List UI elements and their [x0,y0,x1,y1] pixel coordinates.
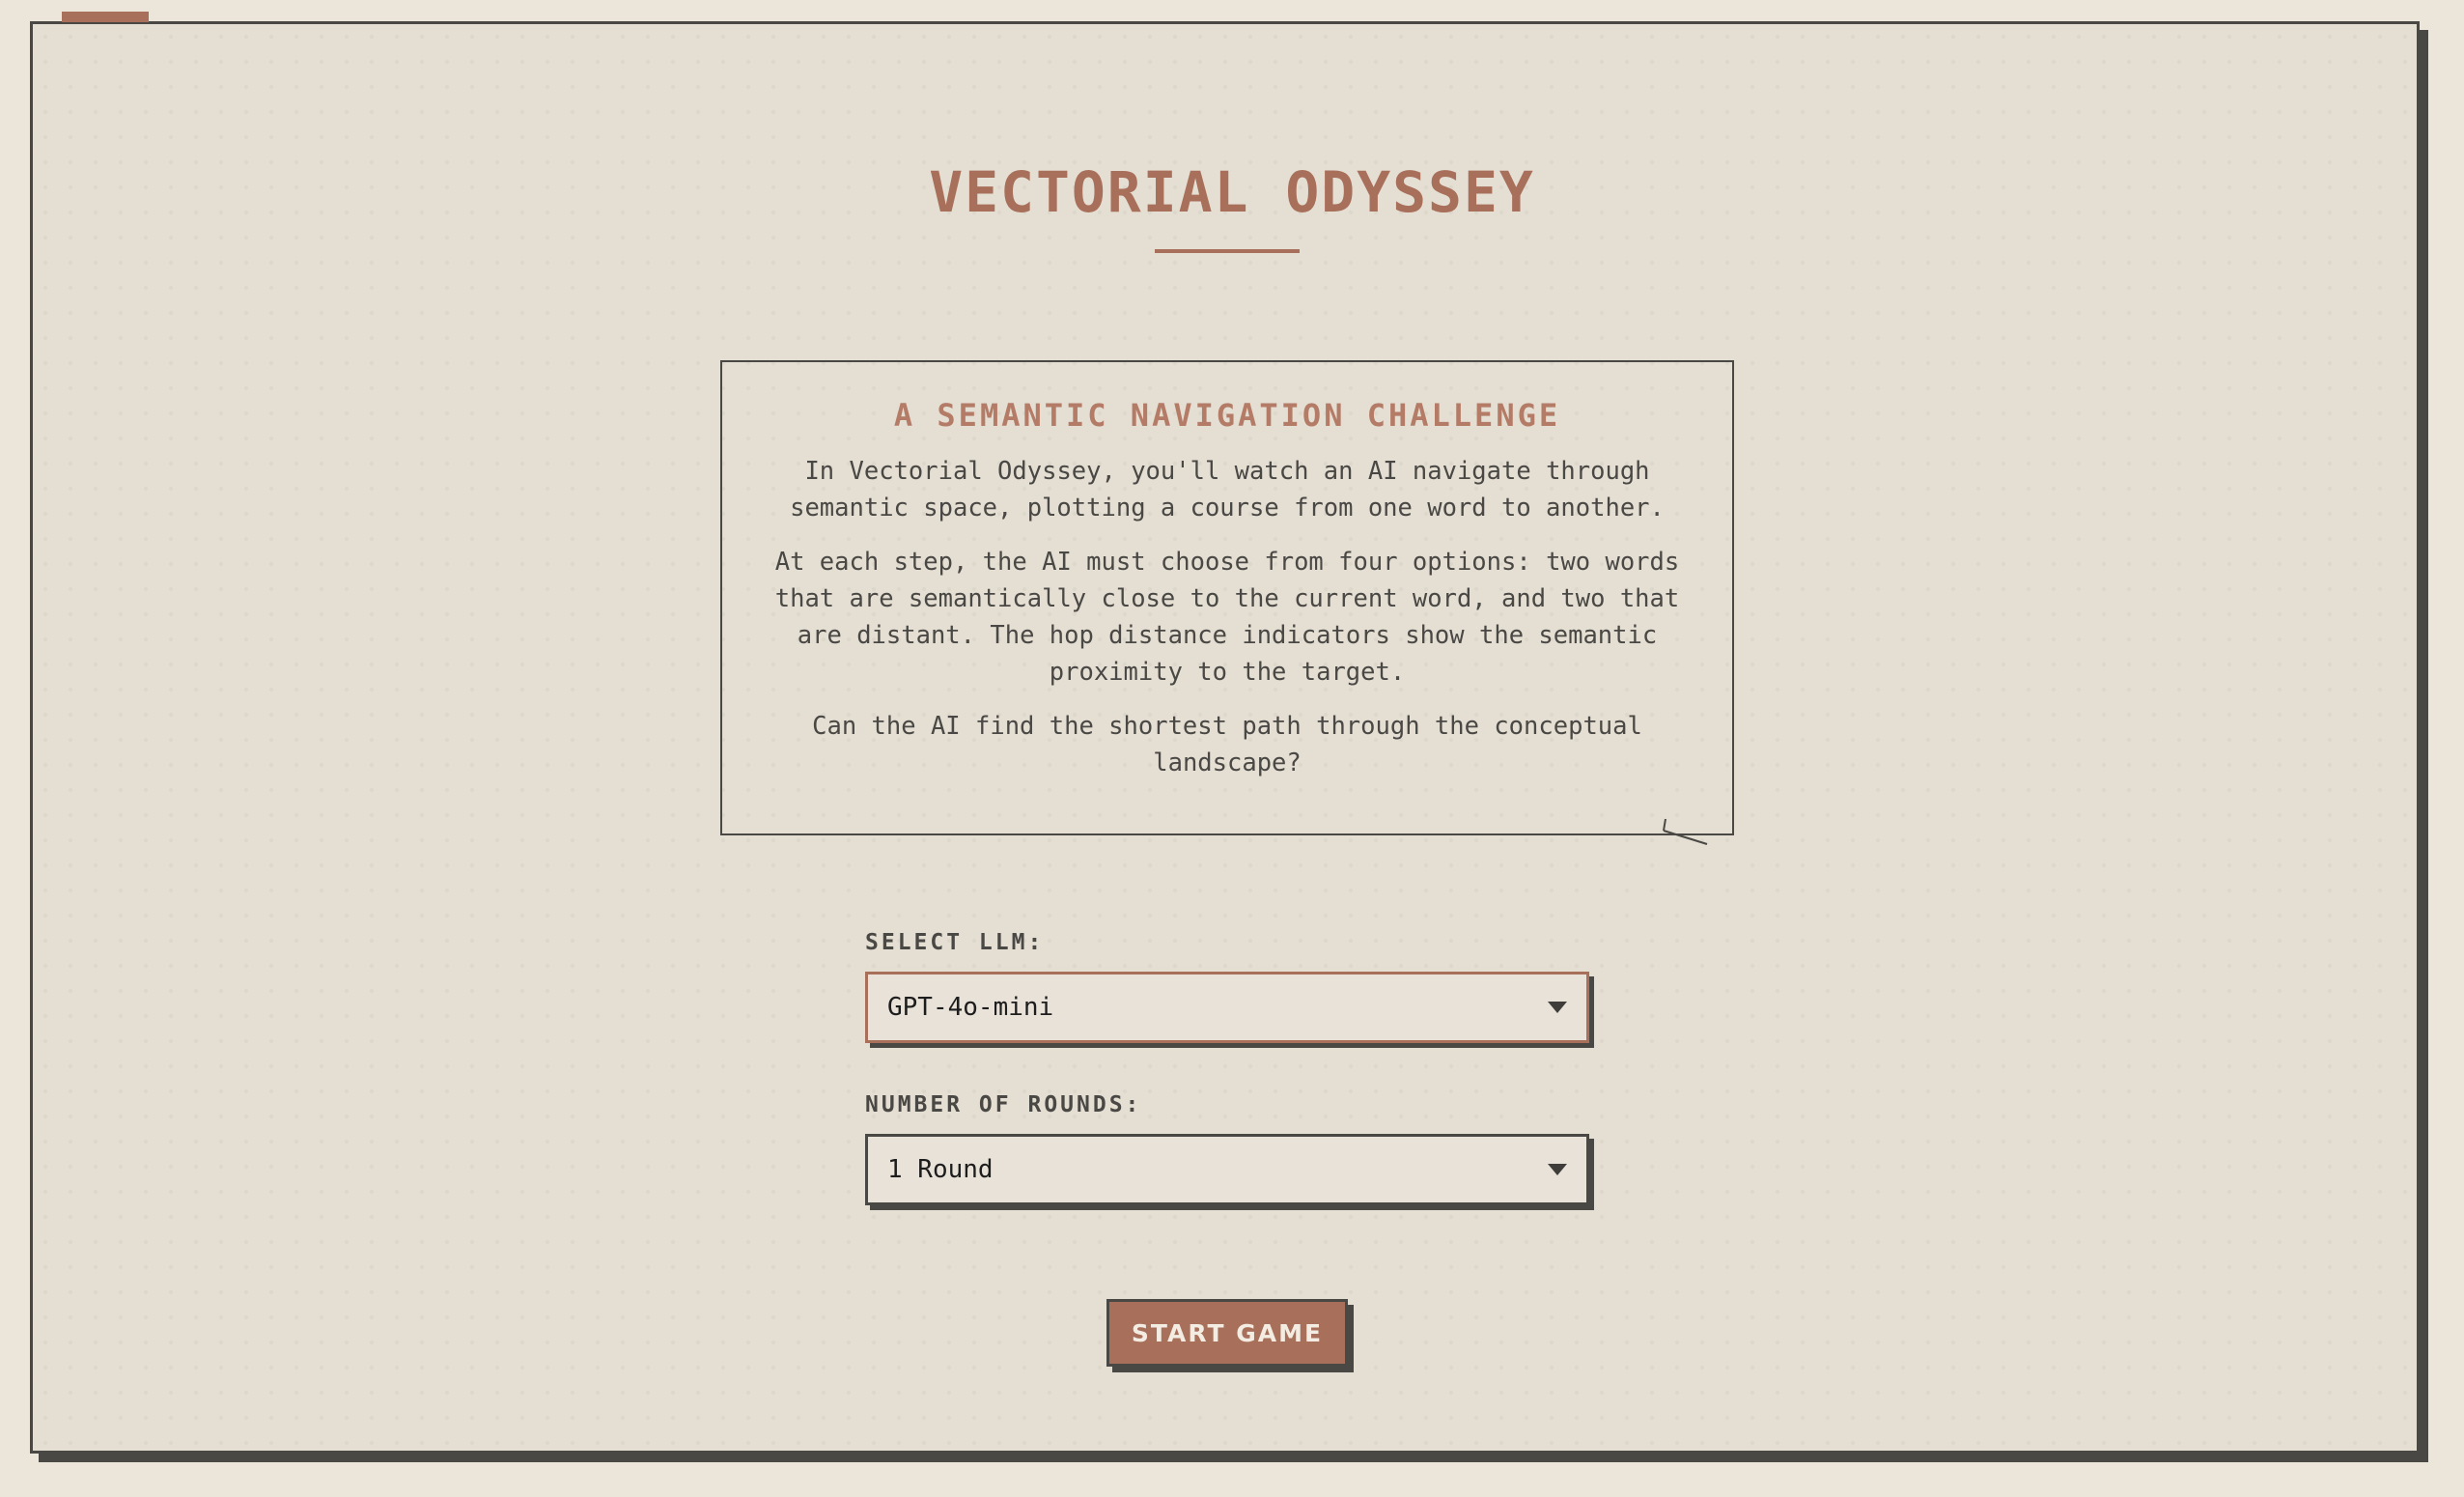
intro-paragraph-1: In Vectorial Odyssey, you'll watch an AI… [790,457,1665,523]
start-game-button[interactable]: START GAME [1106,1299,1348,1367]
corner-tab-decoration [62,12,149,22]
rounds-select[interactable]: 1 Round [865,1134,1589,1205]
chevron-down-icon [1548,1164,1567,1175]
intro-paragraph-2: At each step, the AI must choose from fo… [774,548,1680,687]
page-fold-icon [1663,818,1708,845]
page-title: VECTORIAL ODYSSEY [929,159,1535,225]
intro-paragraph-3: Can the AI find the shortest path throug… [812,712,1642,777]
llm-select-value: GPT-4o-mini [887,993,1054,1022]
llm-select[interactable]: GPT-4o-mini [865,972,1589,1043]
llm-select-label: SELECT LLM: [865,930,1045,955]
rounds-select-value: 1 Round [887,1155,994,1184]
intro-heading: A SEMANTIC NAVIGATION CHALLENGE [893,397,1561,434]
chevron-down-icon [1548,1002,1567,1013]
title-underline [1155,249,1300,253]
rounds-select-label: NUMBER OF ROUNDS: [865,1092,1142,1117]
intro-panel: A SEMANTIC NAVIGATION CHALLENGE In Vecto… [720,360,1734,835]
